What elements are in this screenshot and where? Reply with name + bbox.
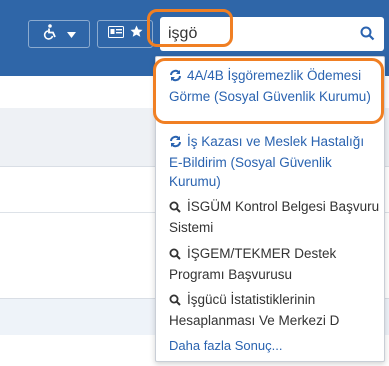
refresh-icon <box>169 68 185 87</box>
search-icon <box>169 246 185 265</box>
suggestion-item[interactable]: İş Kazası ve Meslek Hastalığı E-Bildirim… <box>169 132 381 191</box>
suggestion-item[interactable]: İSGÜM Kontrol Belgesi Başvuru Sistemi <box>169 197 381 237</box>
more-results-link[interactable]: Daha fazla Sonuç... <box>169 336 381 355</box>
id-card-icon <box>107 25 124 43</box>
star-icon <box>130 25 143 43</box>
search-suggestions-dropdown: 4A/4B İşgöremezlik Ödemesi Görme (Sosyal… <box>155 56 385 362</box>
suggestion-label: İŞGEM/TEKMER Destek Programı Başvurusu <box>169 246 337 282</box>
suggestion-label: 4A/4B İşgöremezlik Ödemesi Görme (Sosyal… <box>169 68 371 104</box>
suggestion-label: İSGÜM Kontrol Belgesi Başvuru Sistemi <box>169 199 380 235</box>
wheelchair-icon <box>43 23 57 45</box>
suggestion-item[interactable]: İşgücü İstatistiklerinin Hesaplanması Ve… <box>169 290 381 330</box>
search-icon <box>169 199 185 218</box>
suggestion-label: İşgücü İstatistiklerinin Hesaplanması Ve… <box>169 292 340 328</box>
suggestion-item[interactable]: 4A/4B İşgöremezlik Ödemesi Görme (Sosyal… <box>169 66 381 106</box>
edevlet-card-button[interactable] <box>97 20 153 48</box>
accessibility-button[interactable] <box>28 20 90 48</box>
search-box <box>160 17 384 51</box>
suggestion-item[interactable]: İŞGEM/TEKMER Destek Programı Başvurusu <box>169 244 381 284</box>
suggestion-label: İş Kazası ve Meslek Hastalığı E-Bildirim… <box>169 134 365 189</box>
caret-down-icon <box>66 25 76 43</box>
refresh-icon <box>169 134 185 153</box>
search-icon[interactable] <box>360 26 376 42</box>
search-icon <box>169 292 185 311</box>
search-input[interactable] <box>168 24 348 44</box>
